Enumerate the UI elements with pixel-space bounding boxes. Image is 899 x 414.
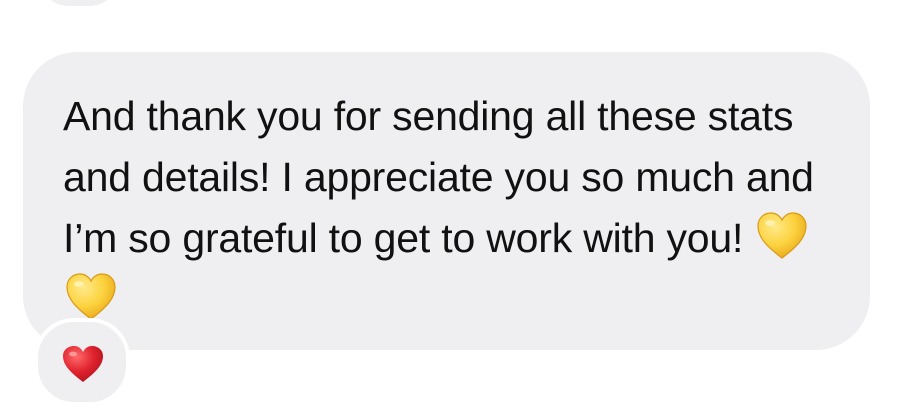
red-heart-icon bbox=[62, 345, 104, 383]
received-message-bubble[interactable]: And thank you for sending all these stat… bbox=[23, 52, 870, 350]
reaction-badge[interactable] bbox=[34, 318, 130, 406]
previous-message-bubble[interactable] bbox=[38, 0, 120, 6]
conversation-view: And thank you for sending all these stat… bbox=[0, 0, 899, 414]
message-text: And thank you for sending all these stat… bbox=[63, 86, 850, 330]
yellow-heart-icon bbox=[756, 212, 808, 260]
message-body: And thank you for sending all these stat… bbox=[63, 93, 814, 261]
yellow-heart-icon bbox=[65, 273, 117, 321]
